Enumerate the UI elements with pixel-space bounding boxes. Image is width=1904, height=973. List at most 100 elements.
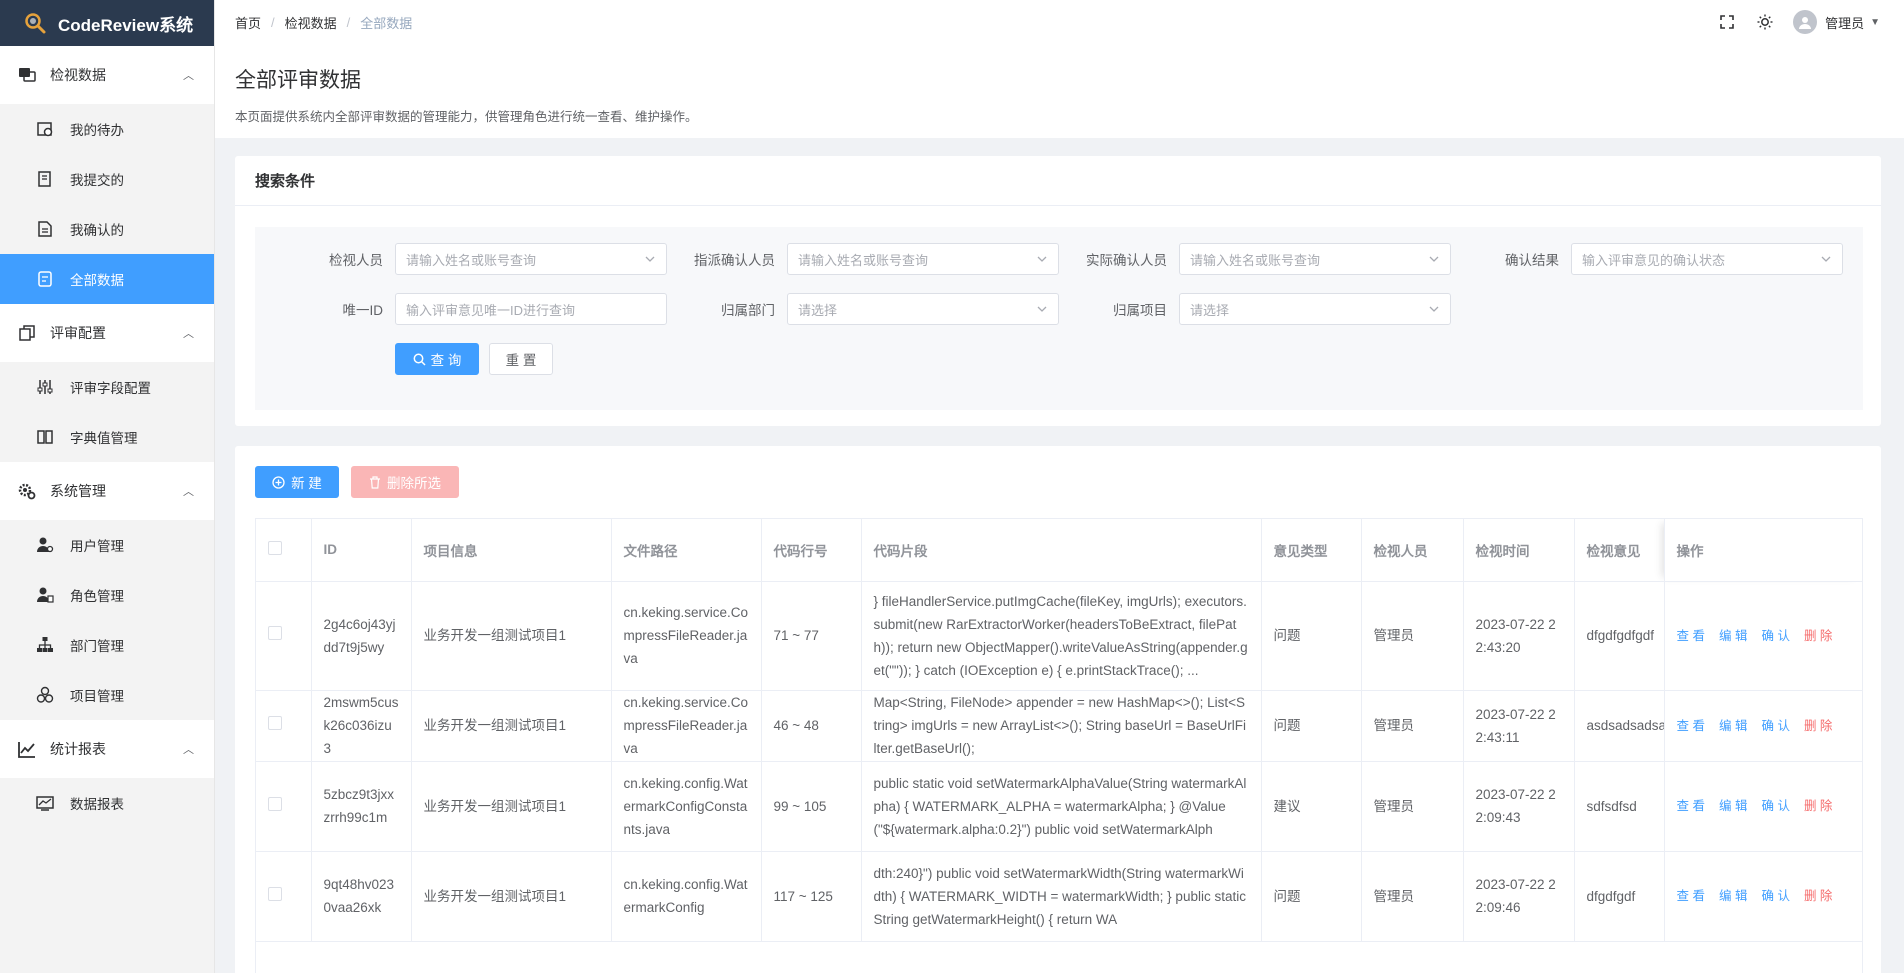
delete-selected-button[interactable]: 删除所选 (351, 466, 459, 498)
row-checkbox[interactable] (268, 886, 282, 901)
row-checkbox[interactable] (268, 716, 282, 730)
sidebar-item-dict[interactable]: 字典值管理 (0, 412, 214, 462)
cell-opinion: dfgdfgdfgdf (1574, 581, 1665, 691)
cell-line: 117 ~ 125 (761, 851, 862, 942)
fullscreen-icon[interactable] (1717, 12, 1737, 32)
page-description: 本页面提供系统内全部评审数据的管理能力，供管理角色进行统一查看、维护操作。 (235, 110, 698, 124)
menu-group-label: 检视数据 (50, 67, 106, 83)
app-logo[interactable]: CodeReview系统 (0, 0, 214, 46)
view-link[interactable]: 查 看 (1677, 629, 1705, 643)
sidebar-item-all-data[interactable]: 全部数据 (0, 254, 214, 304)
view-link[interactable]: 查 看 (1677, 799, 1705, 813)
delete-link[interactable]: 删 除 (1804, 629, 1832, 643)
sidebar-item-data-report[interactable]: 数据报表 (0, 778, 214, 828)
search-card-title: 搜索条件 (235, 156, 1881, 206)
confirm-link[interactable]: 确 认 (1761, 629, 1789, 643)
chevron-up-icon: ︿ (183, 70, 194, 82)
edit-link[interactable]: 编 辑 (1719, 889, 1747, 903)
project-label: 归属项目 (1113, 303, 1167, 318)
cell-actions: 查 看编 辑确 认 删 除 (1664, 690, 1862, 762)
view-link[interactable]: 查 看 (1677, 719, 1705, 733)
user-gear-icon (36, 536, 54, 554)
query-button-label: 查 询 (430, 353, 462, 368)
menu-group-review-config[interactable]: 评审配置 ︿ (0, 304, 214, 362)
chevron-down-icon (1429, 306, 1439, 312)
col-header-reviewer: 检视人员 (1361, 519, 1464, 582)
menu-group-label: 评审配置 (50, 325, 106, 341)
row-select-cell (256, 851, 312, 942)
user-menu[interactable]: 管理员 ▼ (1793, 10, 1880, 34)
project-select[interactable]: 请选择 (1179, 293, 1451, 325)
select-all-checkbox[interactable] (268, 541, 282, 556)
edit-link[interactable]: 编 辑 (1719, 799, 1747, 813)
table-row: 9qt48hv0230vaa26xk 业务开发一组测试项目1 cn.keking… (256, 851, 1862, 942)
result-select[interactable]: 输入评审意见的确认状态 (1571, 243, 1843, 275)
breadcrumb-home[interactable]: 首页 (235, 13, 261, 32)
col-header-ops: 操作 (1664, 519, 1862, 582)
sidebar-item-field-config[interactable]: 评审字段配置 (0, 362, 214, 412)
breadcrumb: 首页 / 检视数据 / 全部数据 (235, 13, 412, 32)
sidebar-item-label: 用户管理 (70, 539, 124, 554)
menu-group-reports[interactable]: 统计报表 ︿ (0, 720, 214, 778)
cell-reviewer: 管理员 (1361, 690, 1464, 762)
todo-icon (36, 120, 54, 138)
col-header-opinion: 检视意见 (1574, 519, 1665, 582)
row-checkbox[interactable] (268, 796, 282, 811)
dept-select[interactable]: 请选择 (787, 293, 1059, 325)
actual-confirmer-select[interactable]: 请输入姓名或账号查询 (1179, 243, 1451, 275)
sidebar-item-my-confirmed[interactable]: 我确认的 (0, 204, 214, 254)
delete-link[interactable]: 删 除 (1804, 889, 1832, 903)
dept-field: 归属部门 请选择 (647, 293, 1059, 325)
menu-group-review-data[interactable]: 检视数据 ︿ (0, 46, 214, 104)
sidebar-item-roles[interactable]: 角色管理 (0, 570, 214, 620)
view-link[interactable]: 查 看 (1677, 889, 1705, 903)
table-toolbar: 新 建 删除所选 (255, 466, 459, 498)
breadcrumb-parent[interactable]: 检视数据 (285, 13, 337, 32)
delete-link[interactable]: 删 除 (1804, 799, 1832, 813)
sliders-icon (36, 378, 54, 396)
actual-confirmer-placeholder: 请输入姓名或账号查询 (1190, 252, 1321, 268)
new-button[interactable]: 新 建 (255, 466, 339, 498)
cell-project: 业务开发一组测试项目1 (411, 690, 612, 762)
assigned-select[interactable]: 请输入姓名或账号查询 (787, 243, 1059, 275)
sidebar-item-projects[interactable]: 项目管理 (0, 670, 214, 720)
cell-time: 2023-07-22 22:43:11 (1463, 690, 1575, 762)
sidebar-item-label: 我确认的 (70, 223, 124, 238)
sidebar-item-label: 角色管理 (70, 589, 124, 604)
sidebar-item-departments[interactable]: 部门管理 (0, 620, 214, 670)
cell-reviewer: 管理员 (1361, 851, 1464, 942)
caret-down-icon: ▼ (1870, 16, 1880, 28)
sidebar-item-my-submitted[interactable]: 我提交的 (0, 154, 214, 204)
sidebar-item-label: 我提交的 (70, 173, 124, 188)
assigned-field: 指派确认人员 请输入姓名或账号查询 (647, 243, 1059, 275)
menu-group-system[interactable]: 系统管理 ︿ (0, 462, 214, 520)
cell-actions: 查 看编 辑确 认 删 除 (1664, 851, 1862, 942)
confirm-link[interactable]: 确 认 (1761, 889, 1789, 903)
confirm-link[interactable]: 确 认 (1761, 719, 1789, 733)
search-form: 检视人员 请输入姓名或账号查询 指派确认人员 请输入姓名或账号查询 实际确认人员… (255, 227, 1863, 410)
sidebar-item-label: 字典值管理 (70, 431, 138, 446)
reviewer-placeholder: 请输入姓名或账号查询 (406, 252, 537, 268)
reviewer-select[interactable]: 请输入姓名或账号查询 (395, 243, 667, 275)
theme-sun-icon[interactable] (1755, 12, 1775, 32)
breadcrumb-separator: / (271, 14, 275, 30)
reset-button[interactable]: 重 置 (489, 343, 553, 375)
confirm-link[interactable]: 确 认 (1761, 799, 1789, 813)
breadcrumb-separator: / (346, 14, 351, 30)
org-chart-icon (36, 636, 54, 654)
sidebar-item-users[interactable]: 用户管理 (0, 520, 214, 570)
uid-label: 唯一ID (342, 303, 384, 318)
top-bar: 首页 / 检视数据 / 全部数据 管理员 ▼ (215, 0, 1904, 44)
row-checkbox[interactable] (268, 626, 282, 640)
query-button[interactable]: 查 询 (395, 343, 479, 375)
breadcrumb-current: 全部数据 (360, 15, 413, 31)
sidebar-item-my-todo[interactable]: 我的待办 (0, 104, 214, 154)
delete-link[interactable]: 删 除 (1804, 719, 1832, 733)
edit-link[interactable]: 编 辑 (1719, 719, 1747, 733)
assigned-placeholder: 请输入姓名或账号查询 (798, 252, 929, 268)
edit-link[interactable]: 编 辑 (1719, 629, 1747, 643)
search-actions: 查 询 重 置 (395, 343, 553, 375)
trash-icon (370, 475, 380, 489)
uid-input[interactable]: 输入评审意见唯一ID进行查询 (395, 293, 667, 325)
cell-id: 5zbcz9t3jxxzrrh99c1m (311, 761, 412, 852)
